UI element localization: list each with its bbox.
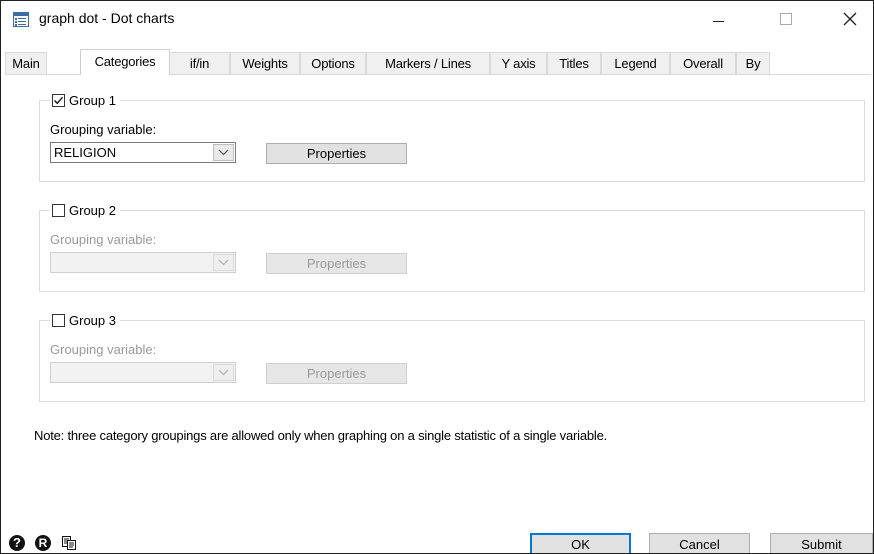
close-button[interactable]	[827, 1, 873, 37]
reset-icon[interactable]: R	[35, 535, 51, 551]
tab-if-in[interactable]: if/in	[169, 52, 230, 74]
group-1-grouping-label: Grouping variable:	[50, 122, 157, 137]
tab-overall[interactable]: Overall	[670, 52, 736, 74]
help-icon[interactable]: ?	[9, 535, 25, 551]
group-1-box: Group 1 Grouping variable: RELIGION Prop…	[39, 91, 865, 182]
group-3-dropdown-button[interactable]	[213, 364, 234, 381]
group-2-dropdown-button[interactable]	[213, 254, 234, 271]
tab-strip: Main Categories if/in Weights Options Ma…	[1, 49, 873, 75]
submit-button[interactable]: Submit	[770, 533, 873, 553]
group-1-variable-value: RELIGION	[54, 145, 117, 160]
group-2-variable-select[interactable]	[50, 252, 236, 273]
button-bar: ? R OK Cancel Submit	[1, 529, 873, 553]
dialog-window: graph dot - Dot charts Main Categories i…	[0, 0, 874, 554]
dialog-icon	[13, 12, 29, 27]
cancel-button[interactable]: Cancel	[649, 533, 750, 553]
tab-by[interactable]: By	[736, 52, 770, 74]
group-1-checkbox[interactable]	[52, 93, 65, 107]
tab-weights[interactable]: Weights	[230, 52, 300, 74]
group-3-label: Group 3	[69, 312, 116, 328]
tab-legend[interactable]: Legend	[601, 52, 670, 74]
tab-markers-lines[interactable]: Markers / Lines	[366, 52, 490, 74]
group-3-checkbox[interactable]	[52, 313, 65, 327]
tab-categories[interactable]: Categories	[80, 49, 170, 75]
title-bar: graph dot - Dot charts	[1, 1, 873, 37]
group-1-header: Group 1	[50, 91, 120, 109]
group-2-header: Group 2	[50, 201, 120, 219]
group-2-label: Group 2	[69, 202, 116, 218]
note-text: Note: three category groupings are allow…	[34, 428, 608, 443]
copy-command-icon[interactable]	[62, 536, 76, 550]
group-1-label: Group 1	[69, 92, 116, 108]
group-3-variable-select[interactable]	[50, 362, 236, 383]
group-2-box: Group 2 Grouping variable: Properties	[39, 201, 865, 292]
group-2-grouping-label: Grouping variable:	[50, 232, 157, 247]
tab-y-axis[interactable]: Y axis	[490, 52, 547, 74]
tab-main[interactable]: Main	[5, 52, 47, 74]
group-1-variable-select[interactable]: RELIGION	[50, 142, 236, 163]
chevron-down-icon	[218, 369, 229, 376]
tab-titles[interactable]: Titles	[547, 52, 601, 74]
group-1-properties-button[interactable]: Properties	[266, 143, 407, 164]
window-title: graph dot - Dot charts	[39, 10, 175, 26]
group-3-box: Group 3 Grouping variable: Properties	[39, 311, 865, 402]
chevron-down-icon	[218, 259, 229, 266]
group-3-header: Group 3	[50, 311, 120, 329]
close-icon	[843, 12, 857, 26]
ok-button[interactable]: OK	[530, 533, 631, 553]
minimize-button[interactable]	[695, 1, 741, 37]
group-3-properties-button[interactable]: Properties	[266, 363, 407, 384]
chevron-down-icon	[218, 149, 229, 156]
group-2-checkbox[interactable]	[52, 203, 65, 217]
group-1-dropdown-button[interactable]	[213, 144, 234, 161]
group-3-grouping-label: Grouping variable:	[50, 342, 157, 357]
group-2-properties-button[interactable]: Properties	[266, 253, 407, 274]
tab-options[interactable]: Options	[300, 52, 366, 74]
checkmark-icon	[54, 96, 64, 104]
minimize-icon	[712, 20, 724, 22]
maximize-button[interactable]	[763, 1, 809, 37]
maximize-icon	[780, 13, 792, 25]
